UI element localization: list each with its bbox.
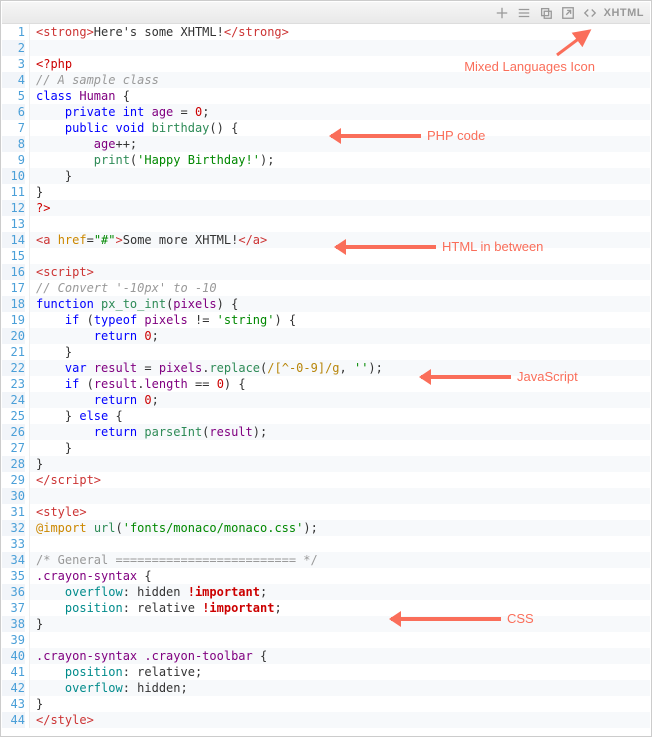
- code-line: }: [30, 696, 650, 712]
- line-number: 22: [2, 360, 25, 376]
- language-label: XHTML: [604, 7, 644, 19]
- line-number: 17: [2, 280, 25, 296]
- line-number: 4: [2, 72, 25, 88]
- code-line: @import url('fonts/monaco/monaco.css');: [30, 520, 650, 536]
- line-number: 34: [2, 552, 25, 568]
- editor-toolbar: XHTML: [2, 2, 650, 24]
- code-line: <a href="#">Some more XHTML!</a>: [30, 232, 650, 248]
- line-number: 27: [2, 440, 25, 456]
- code-line: ?>: [30, 200, 650, 216]
- line-number: 25: [2, 408, 25, 424]
- code-line: position: relative !important;: [30, 600, 650, 616]
- line-number: 20: [2, 328, 25, 344]
- line-number: 11: [2, 184, 25, 200]
- code-line: overflow: hidden;: [30, 680, 650, 696]
- line-number: 35: [2, 568, 25, 584]
- line-number: 29: [2, 472, 25, 488]
- editor-body: 1234567891011121314151617181920212223242…: [2, 24, 650, 728]
- code-line: return 0;: [30, 328, 650, 344]
- code-line: private int age = 0;: [30, 104, 650, 120]
- code-line: [30, 536, 650, 552]
- line-number: 14: [2, 232, 25, 248]
- line-number: 31: [2, 504, 25, 520]
- code-line: <?php: [30, 56, 650, 72]
- line-number: 5: [2, 88, 25, 104]
- code-line: <style>: [30, 504, 650, 520]
- code-line: <script>: [30, 264, 650, 280]
- line-number: 16: [2, 264, 25, 280]
- code-line: print('Happy Birthday!');: [30, 152, 650, 168]
- line-number: 32: [2, 520, 25, 536]
- line-number: 9: [2, 152, 25, 168]
- code-line: </style>: [30, 712, 650, 728]
- code-line: } else {: [30, 408, 650, 424]
- code-area[interactable]: <strong>Here's some XHTML!</strong> <?php…: [30, 24, 650, 728]
- code-line: overflow: hidden !important;: [30, 584, 650, 600]
- line-number: 43: [2, 696, 25, 712]
- line-number: 13: [2, 216, 25, 232]
- code-line: [30, 248, 650, 264]
- line-number: 10: [2, 168, 25, 184]
- line-number: 15: [2, 248, 25, 264]
- line-number: 19: [2, 312, 25, 328]
- line-number: 42: [2, 680, 25, 696]
- code-line: [30, 632, 650, 648]
- code-editor-panel: XHTML 1234567891011121314151617181920212…: [0, 0, 652, 737]
- code-line: }: [30, 440, 650, 456]
- line-number: 3: [2, 56, 25, 72]
- line-number: 1: [2, 24, 25, 40]
- code-line: </script>: [30, 472, 650, 488]
- code-line: // Convert '-10px' to -10: [30, 280, 650, 296]
- code-line: if (typeof pixels != 'string') {: [30, 312, 650, 328]
- line-number: 41: [2, 664, 25, 680]
- code-line: [30, 40, 650, 56]
- code-line: /* General ========================= */: [30, 552, 650, 568]
- line-number: 24: [2, 392, 25, 408]
- line-number: 33: [2, 536, 25, 552]
- code-line: if (result.length == 0) {: [30, 376, 650, 392]
- code-line: [30, 488, 650, 504]
- line-number: 2: [2, 40, 25, 56]
- code-line: }: [30, 168, 650, 184]
- line-number: 36: [2, 584, 25, 600]
- line-number: 18: [2, 296, 25, 312]
- line-number: 12: [2, 200, 25, 216]
- popup-icon[interactable]: [560, 5, 576, 21]
- code-icon[interactable]: [582, 5, 598, 21]
- plus-icon[interactable]: [494, 5, 510, 21]
- line-number: 8: [2, 136, 25, 152]
- code-line: return parseInt(result);: [30, 424, 650, 440]
- line-number: 37: [2, 600, 25, 616]
- line-number: 21: [2, 344, 25, 360]
- code-line: .crayon-syntax .crayon-toolbar {: [30, 648, 650, 664]
- line-number: 23: [2, 376, 25, 392]
- line-number: 39: [2, 632, 25, 648]
- lines-icon[interactable]: [516, 5, 532, 21]
- code-line: [30, 216, 650, 232]
- code-line: function px_to_int(pixels) {: [30, 296, 650, 312]
- code-line: class Human {: [30, 88, 650, 104]
- code-line: public void birthday() {: [30, 120, 650, 136]
- line-number: 30: [2, 488, 25, 504]
- line-number: 6: [2, 104, 25, 120]
- code-line: return 0;: [30, 392, 650, 408]
- code-line: }: [30, 184, 650, 200]
- code-line: // A sample class: [30, 72, 650, 88]
- line-number: 44: [2, 712, 25, 728]
- code-line: <strong>Here's some XHTML!</strong>: [30, 24, 650, 40]
- line-number: 28: [2, 456, 25, 472]
- code-line: position: relative;: [30, 664, 650, 680]
- line-number: 26: [2, 424, 25, 440]
- code-line: }: [30, 344, 650, 360]
- code-line: }: [30, 456, 650, 472]
- line-number: 40: [2, 648, 25, 664]
- line-gutter: 1234567891011121314151617181920212223242…: [2, 24, 30, 728]
- code-line: }: [30, 616, 650, 632]
- code-line: .crayon-syntax {: [30, 568, 650, 584]
- line-number: 7: [2, 120, 25, 136]
- code-line: age++;: [30, 136, 650, 152]
- copy-icon[interactable]: [538, 5, 554, 21]
- line-number: 38: [2, 616, 25, 632]
- code-line: var result = pixels.replace(/[^-0-9]/g, …: [30, 360, 650, 376]
